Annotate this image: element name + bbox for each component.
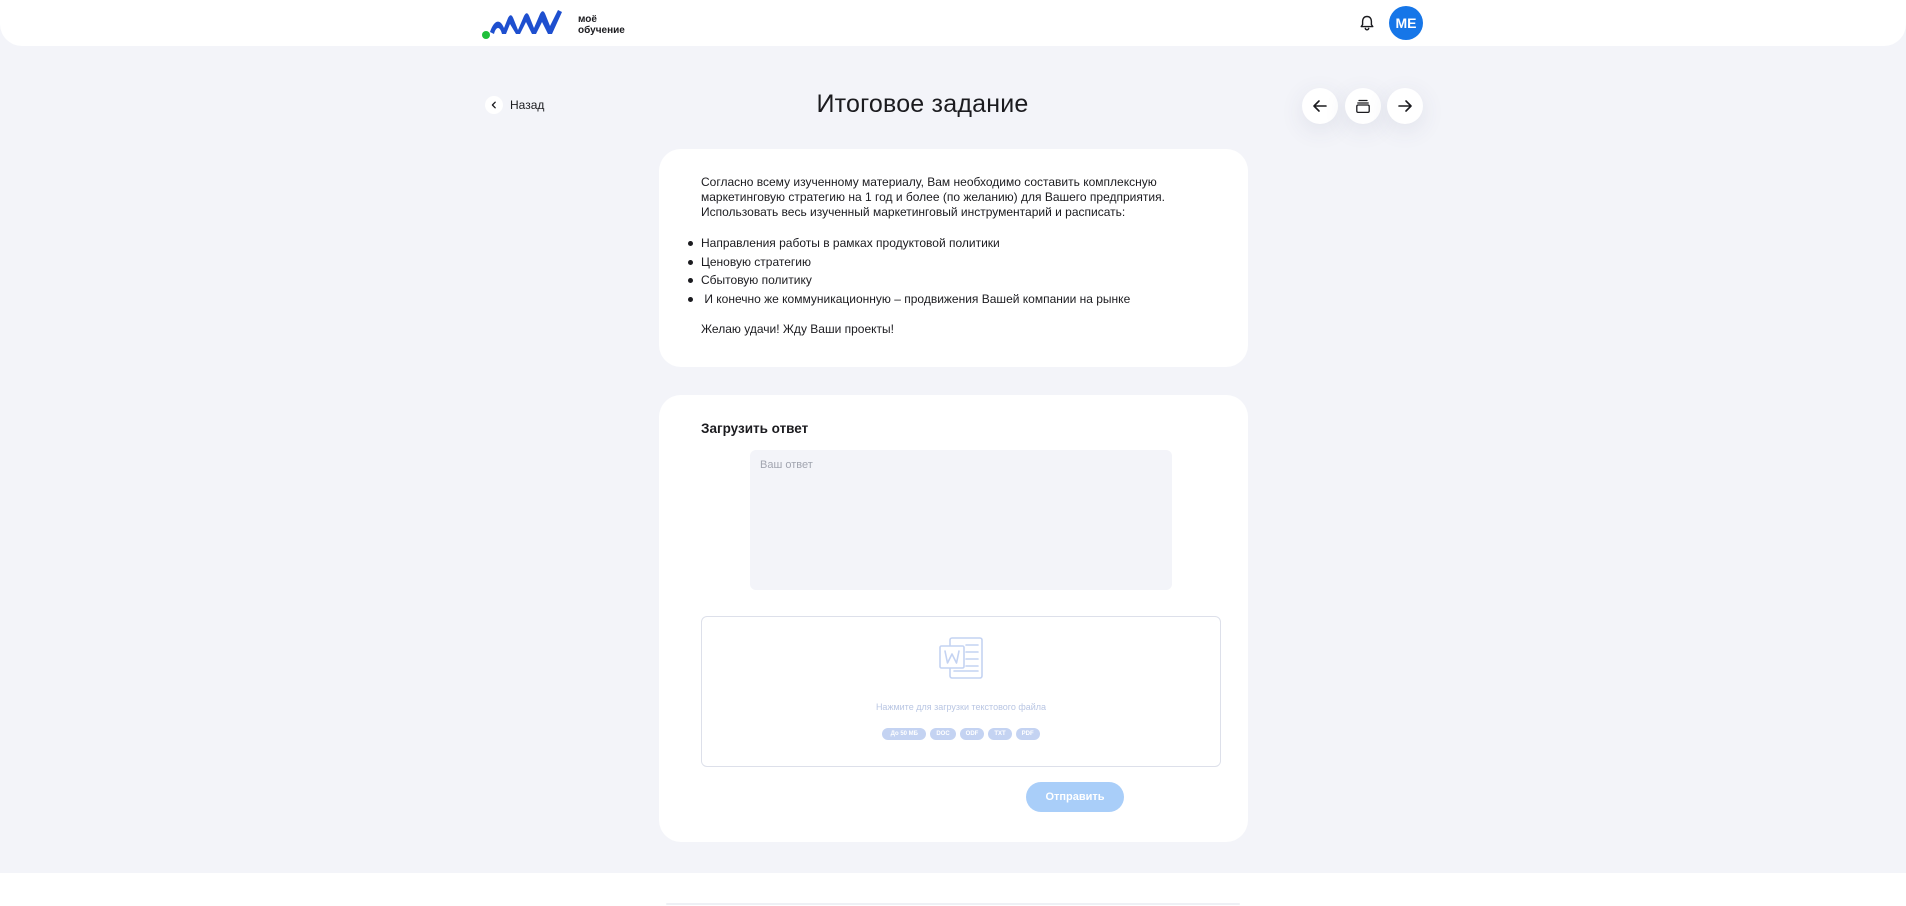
logo-text: моё обучение: [578, 14, 625, 36]
submit-button[interactable]: Отправить: [1026, 782, 1124, 812]
stack-icon: [1356, 99, 1370, 114]
word-document-icon: [939, 637, 983, 679]
bell-icon[interactable]: [1358, 14, 1376, 32]
upload-hint: Нажмите для загрузки текстового файла: [875, 702, 1047, 712]
answer-card: Загрузить ответ Нажмите для загрузки тек…: [659, 395, 1248, 842]
user-avatar[interactable]: МЕ: [1389, 6, 1423, 40]
format-chip-doc: DOC: [930, 728, 956, 740]
arrow-left-icon: [1313, 100, 1327, 112]
list-item: Направления работы в рамках продуктовой …: [688, 234, 1201, 253]
task-list: Направления работы в рамках продуктовой …: [688, 234, 1201, 309]
list-item: Ценовую стратегию: [688, 253, 1201, 272]
list-item: Сбытовую политику: [688, 271, 1201, 290]
page-title: Итоговое задание: [816, 90, 1029, 118]
format-chip-txt: TXT: [988, 728, 1012, 740]
format-chips: До 50 МБ DOC ODF TXT PDF: [702, 728, 1220, 740]
format-chip-size: До 50 МБ: [882, 728, 927, 740]
lessons-list-button[interactable]: [1345, 88, 1381, 124]
format-chip-pdf: PDF: [1015, 728, 1040, 740]
footer-band: [0, 873, 1906, 906]
footer-divider: [666, 903, 1240, 905]
task-closing: Желаю удачи! Жду Ваши проекты!: [701, 322, 894, 336]
answer-input[interactable]: [750, 450, 1172, 590]
answer-heading: Загрузить ответ: [701, 421, 809, 436]
logo-line-1: моё: [578, 14, 597, 25]
previous-lesson-button[interactable]: [1302, 88, 1338, 124]
task-intro: Согласно всему изученному материалу, Вам…: [701, 175, 1165, 219]
top-header: моё обучение МЕ: [0, 0, 1906, 46]
logo-line-2: обучение: [578, 25, 625, 36]
arrow-right-icon: [1398, 100, 1412, 112]
format-chip-odf: ODF: [959, 728, 985, 740]
file-upload-dropzone[interactable]: Нажмите для загрузки текстового файла До…: [701, 616, 1221, 767]
next-lesson-button[interactable]: [1387, 88, 1423, 124]
logo-icon[interactable]: [482, 6, 564, 40]
task-card: Согласно всему изученному материалу, Вам…: [659, 149, 1248, 367]
list-item: И конечно же коммуникационную – продвиже…: [688, 290, 1201, 309]
